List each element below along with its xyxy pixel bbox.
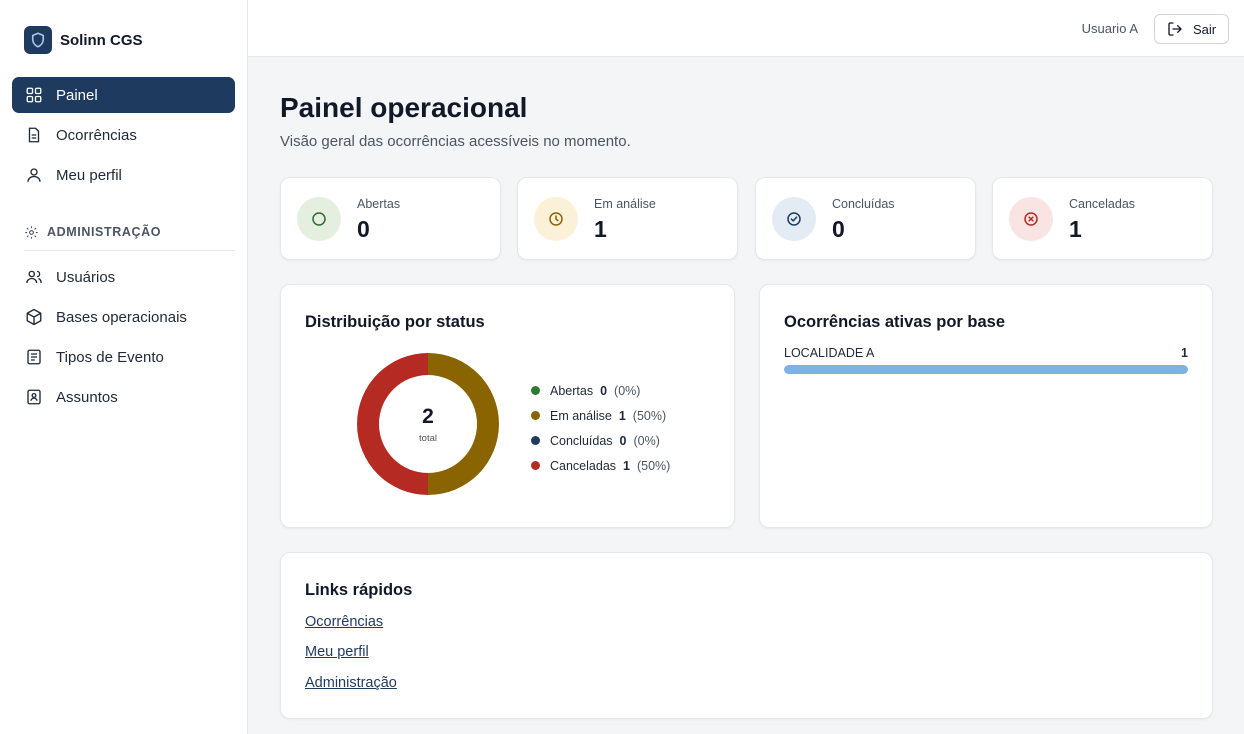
sidebar-item-label: Assuntos [56,388,118,406]
stat-value: 0 [357,216,370,242]
legend-label: Abertas [550,383,594,398]
stat-label: Abertas [357,197,401,211]
legend-item: Concluídas 0 (0%) [531,428,670,453]
quick-link-meu-perfil[interactable]: Meu perfil [305,644,369,660]
current-user: Usuario A [1081,21,1138,36]
legend-pct: (0%) [633,433,660,448]
legend-item: Abertas 0 (0%) [531,378,670,403]
stat-label: Canceladas [1069,197,1136,211]
distribution-panel: Distribuição por status 2 total Abertas … [280,284,735,528]
stat-value: 1 [594,216,607,242]
sidebar-item-tipos-de-evento[interactable]: Tipos de Evento [12,339,235,375]
sidebar-item-meu-perfil[interactable]: Meu perfil [12,157,235,193]
legend-item: Canceladas 1 (50%) [531,453,670,478]
page-subtitle: Visão geral das ocorrências acessíveis n… [280,133,631,150]
admin-section-label: ADMINISTRAÇÃO [47,225,162,239]
quick-links-title: Links rápidos [305,581,413,599]
distribution-title: Distribuição por status [305,313,485,331]
topbar: Usuario A Sair [248,0,1244,57]
stat-card-em-analise: Em análise 1 [517,177,738,260]
sidebar-item-painel[interactable]: Painel [12,77,235,113]
base-bar-fill [784,365,1188,374]
logout-label: Sair [1192,21,1217,37]
donut-total-label: total [419,432,437,444]
clock-icon [534,197,578,241]
grid-icon [24,85,44,105]
shield-icon [24,26,52,54]
chart-legend: Abertas 0 (0%) Em análise 1 (50%) Conclu… [531,378,670,478]
legend-dot [531,386,540,395]
base-count: 1 [1181,346,1188,360]
sidebar-item-bases-operacionais[interactable]: Bases operacionais [12,299,235,335]
logout-button[interactable]: Sair [1154,14,1229,44]
legend-dot [531,411,540,420]
quick-link-administracao[interactable]: Administração [305,675,397,691]
sidebar-item-label: Painel [56,86,98,104]
legend-count: 0 [619,433,627,448]
sidebar-item-label: Ocorrências [56,126,137,144]
sidebar-item-label: Usuários [56,268,116,286]
base-name: LOCALIDADE A [784,346,875,360]
gear-icon [24,225,39,243]
sidebar-item-usuarios[interactable]: Usuários [12,259,235,295]
legend-item: Em análise 1 (50%) [531,403,670,428]
stat-card-abertas: Abertas 0 [280,177,501,260]
donut-center: 2 total [355,351,501,497]
quick-links-panel: Links rápidos Ocorrências Meu perfil Adm… [280,552,1213,719]
legend-pct: (0%) [614,383,641,398]
circle-icon [297,197,341,241]
donut-chart: 2 total [355,351,501,497]
sidebar-item-label: Meu perfil [56,166,122,184]
sidebar-item-assuntos[interactable]: Assuntos [12,379,235,415]
page-title: Painel operacional [280,92,528,123]
by-base-title: Ocorrências ativas por base [784,313,1006,331]
badge-icon [24,387,44,407]
stat-label: Em análise [594,197,656,211]
stat-value: 1 [1069,216,1082,242]
box-icon [24,307,44,327]
by-base-panel: Ocorrências ativas por base LOCALIDADE A… [759,284,1213,528]
main-nav: Painel Ocorrências Meu perfil [12,77,235,197]
stat-label: Concluídas [832,197,895,211]
x-circle-icon [1009,197,1053,241]
logout-icon [1168,22,1182,36]
user-icon [24,165,44,185]
users-icon [24,267,44,287]
brand[interactable]: Solinn CGS [24,26,143,54]
sidebar-item-ocorrencias[interactable]: Ocorrências [12,117,235,153]
legend-dot [531,461,540,470]
legend-count: 0 [600,383,608,398]
legend-label: Concluídas [550,433,613,448]
document-icon [24,125,44,145]
legend-pct: (50%) [636,458,671,473]
list-icon [24,347,44,367]
stat-card-concluidas: Concluídas 0 [755,177,976,260]
legend-count: 1 [618,408,626,423]
admin-nav: Usuários Bases operacionais Tipos de Eve… [12,259,235,419]
legend-dot [531,436,540,445]
legend-pct: (50%) [632,408,667,423]
legend-label: Canceladas [550,458,617,473]
legend-count: 1 [623,458,630,473]
donut-total: 2 [422,404,434,428]
legend-label: Em análise [550,408,612,423]
sidebar: Solinn CGS Painel Ocorrências Meu perfil… [0,0,248,734]
sidebar-item-label: Tipos de Evento [56,348,164,366]
base-bar [784,365,1188,374]
stat-card-canceladas: Canceladas 1 [992,177,1213,260]
admin-section-header: ADMINISTRAÇÃO [24,225,235,251]
sidebar-item-label: Bases operacionais [56,308,187,326]
quick-link-ocorrencias[interactable]: Ocorrências [305,614,383,630]
brand-name: Solinn CGS [60,31,143,49]
stat-value: 0 [832,216,845,242]
check-circle-icon [772,197,816,241]
